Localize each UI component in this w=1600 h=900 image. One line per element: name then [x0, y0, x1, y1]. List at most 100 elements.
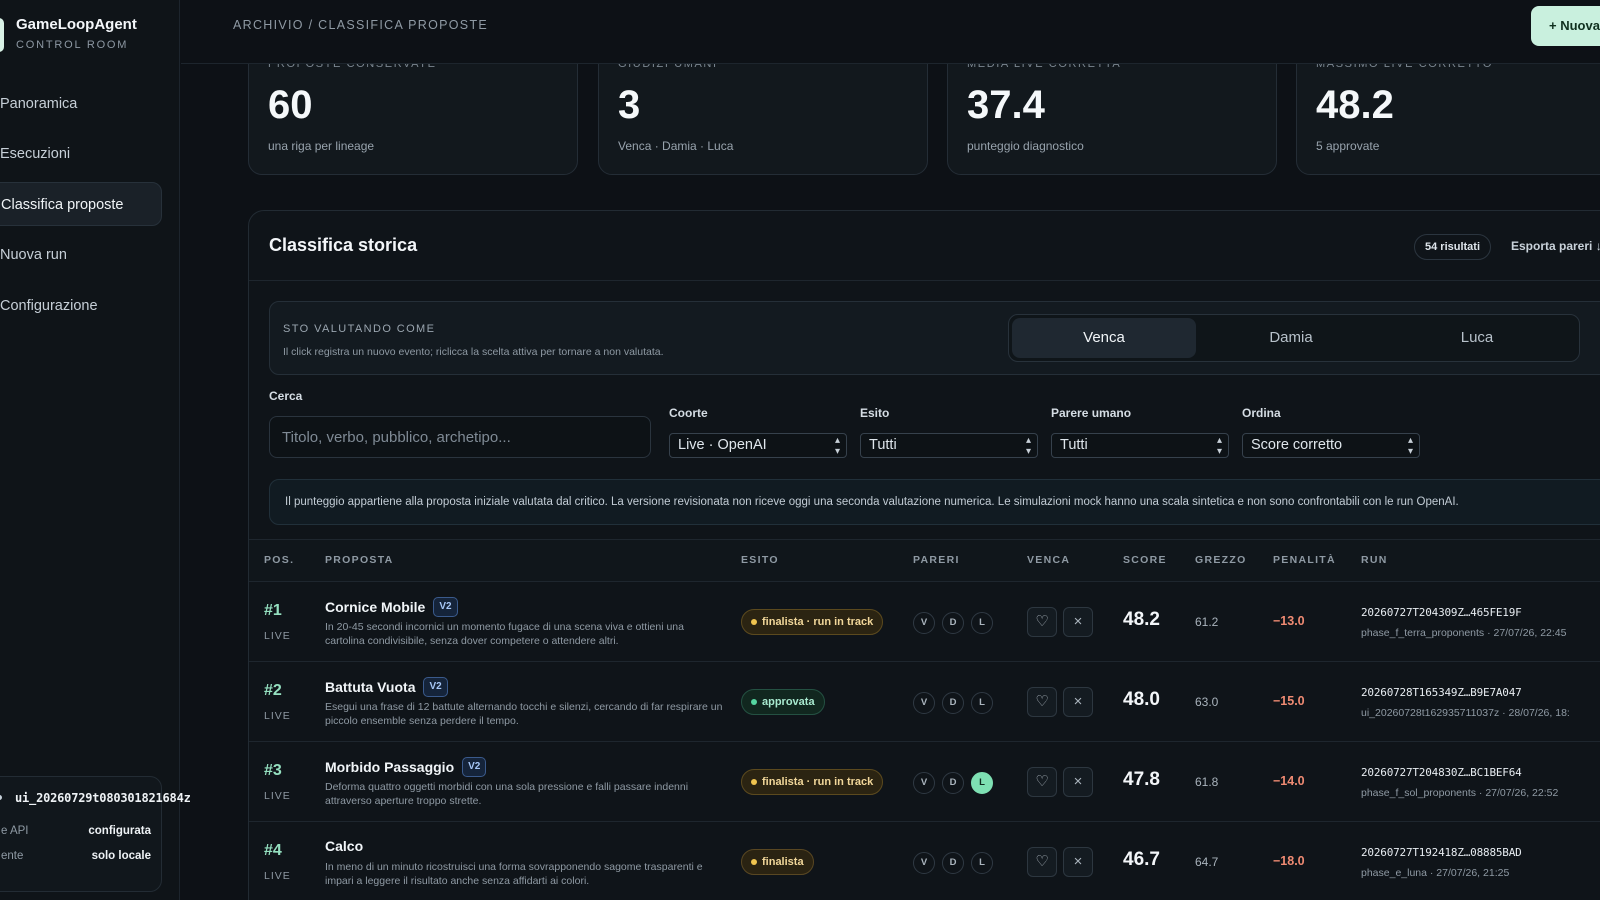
evaluator-hint: Il click registra un nuovo evento; ricli…	[283, 346, 664, 358]
search-label: Cerca	[269, 389, 303, 403]
status-dot-icon	[0, 795, 2, 800]
stat-subtitle: una riga per lineage	[268, 139, 375, 153]
row-score: 48.2	[1123, 609, 1160, 630]
row-position: #1	[264, 602, 282, 619]
opinion-l-toggle[interactable]: L	[971, 692, 993, 714]
human-opinion-label: Parere umano	[1051, 406, 1132, 420]
proposal-title[interactable]: Battuta Vuota	[325, 679, 415, 695]
heart-icon[interactable]: ♡	[1027, 767, 1057, 797]
stat-value: 3	[618, 83, 641, 127]
opinion-d-toggle[interactable]: D	[942, 692, 964, 714]
opinion-v-toggle[interactable]: V	[913, 852, 935, 874]
table-row: #4 LIVE Calco In meno di un minuto ricos…	[249, 823, 1600, 900]
info-note: Il punteggio appartiene alla proposta in…	[269, 479, 1600, 525]
row-run-meta: phase_f_sol_proponents · 27/07/26, 22:52	[1361, 787, 1559, 799]
row-run-id[interactable]: 20260727T192418Z…08885BAD	[1361, 846, 1522, 859]
status-value: configurata	[88, 825, 151, 837]
row-cohort: LIVE	[264, 630, 291, 642]
brand-logo	[0, 18, 4, 52]
opinion-l-toggle[interactable]: L	[971, 772, 993, 794]
brand-subtitle: CONTROL ROOM	[16, 39, 129, 51]
heart-icon[interactable]: ♡	[1027, 607, 1057, 637]
row-raw: 61.8	[1195, 775, 1219, 789]
evaluator-option-luca[interactable]: Luca	[1385, 318, 1569, 358]
row-run-id[interactable]: 20260727T204830Z…BC1BEF64	[1361, 766, 1522, 779]
sidebar-item-classifica-proposte[interactable]: Classifica proposte	[0, 182, 162, 226]
proposal-title[interactable]: Calco	[325, 838, 363, 854]
proposal-description: In 20-45 secondi incornici un momento fu…	[325, 621, 684, 647]
human-opinion-value: Tutti	[1060, 437, 1088, 453]
panel-title: Classifica storica	[269, 235, 418, 255]
opinion-v-toggle[interactable]: V	[913, 772, 935, 794]
search-input[interactable]	[269, 416, 651, 458]
close-icon[interactable]: ×	[1063, 607, 1093, 637]
row-score: 47.8	[1123, 769, 1160, 790]
proposal-description: Esegui una frase di 12 battute alternand…	[325, 701, 723, 727]
row-raw: 63.0	[1195, 695, 1219, 709]
new-run-button[interactable]: + Nuova	[1531, 6, 1600, 46]
opinion-v-toggle[interactable]: V	[913, 692, 935, 714]
evaluator-option-damia[interactable]: Damia	[1199, 318, 1383, 358]
outcome-label: Esito	[860, 406, 890, 420]
topbar: ARCHIVIO / CLASSIFICA PROPOSTE + Nuova	[181, 0, 1600, 64]
status-value: solo locale	[91, 850, 151, 862]
sidebar-item-esecuzioni[interactable]: Esecuzioni	[0, 132, 162, 176]
evaluator-box: STO VALUTANDO COME Il click registra un …	[269, 301, 1600, 375]
opinion-l-toggle[interactable]: L	[971, 852, 993, 874]
outcome-badge: approvata	[741, 689, 825, 715]
cohort-value: Live · OpenAI	[678, 437, 767, 453]
stat-subtitle: 5 approvate	[1316, 139, 1380, 153]
sidebar-item-panoramica[interactable]: Panoramica	[0, 82, 162, 126]
col-pos: POS.	[264, 554, 295, 566]
close-icon[interactable]: ×	[1063, 687, 1093, 717]
row-penalty: −14.0	[1273, 774, 1305, 788]
table-row: #1 LIVE Cornice Mobile V2 In 20-45 second…	[249, 583, 1600, 662]
chevron-updown-icon: ▴ ▾	[1025, 435, 1031, 457]
outcome-select[interactable]: Tutti ▴ ▾	[860, 433, 1038, 458]
sidebar: GameLoopAgent CONTROL ROOM Panoramica Es…	[0, 0, 191, 900]
table-row: #2 LIVE Battuta Vuota V2 Esegui una frase…	[249, 663, 1600, 742]
row-run-id[interactable]: 20260727T204309Z…465FE19F	[1361, 606, 1522, 619]
opinion-l-toggle[interactable]: L	[971, 612, 993, 634]
sidebar-item-configurazione[interactable]: Configurazione	[0, 284, 162, 328]
col-venca: VENCA	[1027, 554, 1071, 566]
results-badge: 54 risultati	[1414, 234, 1492, 260]
proposal-description: Deforma quattro oggetti morbidi con una …	[325, 781, 689, 807]
col-proposal: PROPOSTA	[325, 554, 394, 566]
order-select[interactable]: Score corretto ▴ ▾	[1242, 433, 1420, 458]
panel-header: Classifica storica 54 risultati Esporta …	[249, 211, 1600, 281]
proposal-title[interactable]: Morbido Passaggio	[325, 759, 454, 775]
chevron-updown-icon: ▴ ▾	[834, 435, 840, 457]
stat-value: 60	[268, 83, 313, 127]
stat-value: 48.2	[1316, 83, 1394, 127]
version-badge: V2	[423, 677, 448, 697]
proposal-description: In meno di un minuto ricostruisci una fo…	[325, 861, 703, 887]
row-penalty: −15.0	[1273, 694, 1305, 708]
col-penalty: PENALITÀ	[1273, 554, 1336, 566]
row-title-wrap: Morbido Passaggio V2	[325, 757, 725, 777]
col-outcome: ESITO	[741, 554, 779, 566]
opinion-v-toggle[interactable]: V	[913, 612, 935, 634]
col-run: RUN	[1361, 554, 1388, 566]
close-icon[interactable]: ×	[1063, 767, 1093, 797]
heart-icon[interactable]: ♡	[1027, 847, 1057, 877]
human-opinion-select[interactable]: Tutti ▴ ▾	[1051, 433, 1229, 458]
heart-icon[interactable]: ♡	[1027, 687, 1057, 717]
row-title-wrap: Calco	[325, 837, 725, 855]
row-run-id[interactable]: 20260728T165349Z…B9E7A047	[1361, 686, 1522, 699]
proposal-title[interactable]: Cornice Mobile	[325, 599, 425, 615]
opinion-d-toggle[interactable]: D	[942, 852, 964, 874]
cohort-select[interactable]: Live · OpenAI ▴ ▾	[669, 433, 847, 458]
sidebar-item-nuova-run[interactable]: Nuova run	[0, 233, 162, 277]
outcome-badge: finalista · run in track	[741, 769, 884, 795]
evaluator-option-venca[interactable]: Venca	[1012, 318, 1196, 358]
row-title-wrap: Cornice Mobile V2	[325, 597, 725, 617]
opinion-d-toggle[interactable]: D	[942, 772, 964, 794]
breadcrumb: ARCHIVIO / CLASSIFICA PROPOSTE	[233, 18, 489, 32]
export-opinions-link[interactable]: Esporta pareri ↓	[1511, 239, 1600, 253]
close-icon[interactable]: ×	[1063, 847, 1093, 877]
row-cohort: LIVE	[264, 870, 291, 882]
opinion-d-toggle[interactable]: D	[942, 612, 964, 634]
chevron-updown-icon: ▴ ▾	[1407, 435, 1413, 457]
row-position: #2	[264, 682, 282, 699]
